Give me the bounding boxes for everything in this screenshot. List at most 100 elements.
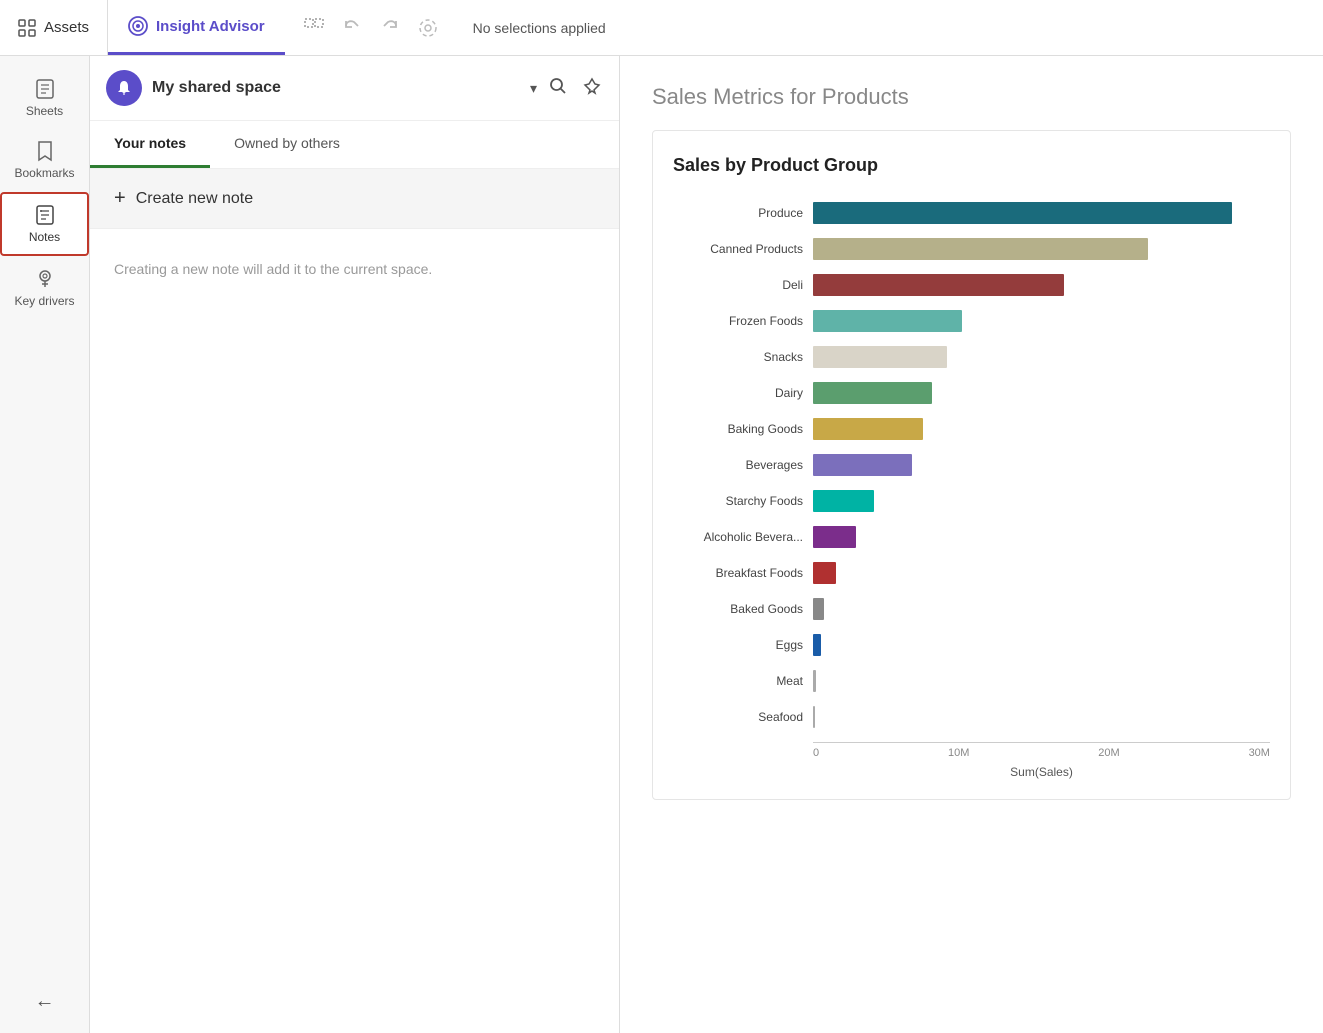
bar-row: Baking Goods — [673, 412, 1270, 446]
bar-row: Deli — [673, 268, 1270, 302]
assets-label: Assets — [44, 19, 89, 36]
bar-label: Starchy Foods — [673, 494, 813, 508]
chart-container: Sales by Product Group ProduceCanned Pro… — [652, 130, 1291, 800]
sidebar-item-sheets[interactable]: Sheets — [0, 68, 89, 128]
search-button[interactable] — [547, 75, 569, 102]
bar-label: Meat — [673, 674, 813, 688]
bar-fill — [813, 598, 824, 620]
bar-row: Alcoholic Bevera... — [673, 520, 1270, 554]
undo-icon — [342, 18, 362, 38]
bar-label: Frozen Foods — [673, 314, 813, 328]
redo-btn[interactable] — [373, 11, 407, 45]
main-content: Sheets Bookmarks Notes — [0, 56, 1323, 1033]
axis-label: Sum(Sales) — [673, 765, 1270, 779]
notes-icon — [34, 204, 56, 226]
bar-fill — [813, 274, 1064, 296]
axis-tick: 30M — [1249, 747, 1270, 759]
bar-row: Starchy Foods — [673, 484, 1270, 518]
bar-track — [813, 670, 1270, 692]
bar-row: Frozen Foods — [673, 304, 1270, 338]
bar-label: Deli — [673, 278, 813, 292]
axis-tick: 20M — [1098, 747, 1119, 759]
bell-icon — [115, 79, 133, 97]
bar-track — [813, 598, 1270, 620]
bar-track — [813, 382, 1270, 404]
bar-label: Seafood — [673, 710, 813, 724]
create-new-note-button[interactable]: + Create new note — [90, 169, 619, 229]
notes-tabs: Your notes Owned by others — [90, 121, 619, 169]
sidebar-item-bookmarks[interactable]: Bookmarks — [0, 130, 89, 190]
bar-track — [813, 526, 1270, 548]
sheets-label: Sheets — [26, 104, 63, 118]
space-name: My shared space — [152, 79, 520, 97]
sidebar-bottom: ← — [0, 982, 89, 1021]
notes-header: My shared space ▾ — [90, 56, 619, 121]
toolbar-tools — [285, 0, 457, 55]
bar-track — [813, 418, 1270, 440]
page-title: Sales Metrics for Products — [652, 84, 1291, 110]
chevron-down-icon[interactable]: ▾ — [530, 80, 537, 97]
insight-advisor-tab[interactable]: Insight Advisor — [108, 0, 285, 55]
bar-label: Dairy — [673, 386, 813, 400]
axis-area: 0 10M 20M 30M — [673, 742, 1270, 759]
bar-label: Produce — [673, 206, 813, 220]
insight-icon — [128, 16, 148, 36]
notes-empty-message: Creating a new note will add it to the c… — [90, 229, 619, 309]
selection-tool-btn[interactable] — [297, 11, 331, 45]
create-note-label: Create new note — [136, 190, 253, 208]
pin-button[interactable] — [581, 75, 603, 102]
bar-row: Breakfast Foods — [673, 556, 1270, 590]
sidebar-item-key-drivers[interactable]: Key drivers — [0, 258, 89, 318]
sheets-icon — [34, 78, 56, 100]
pin-icon — [583, 77, 601, 95]
bar-track — [813, 310, 1270, 332]
bookmarks-label: Bookmarks — [14, 166, 74, 180]
bar-label: Canned Products — [673, 242, 813, 256]
notes-panel: My shared space ▾ Your notes Owned by o — [90, 56, 620, 1033]
bar-track — [813, 346, 1270, 368]
bar-track — [813, 706, 1270, 728]
bar-chart: Produce Canned Products Deli Frozen Foods Sn… — [673, 196, 1270, 736]
bar-fill — [813, 670, 816, 692]
undo-btn[interactable] — [335, 11, 369, 45]
bar-fill — [813, 238, 1148, 260]
insight-label: Insight Advisor — [156, 18, 265, 35]
plus-icon: + — [114, 187, 126, 210]
left-sidebar: Sheets Bookmarks Notes — [0, 56, 90, 1033]
bar-track — [813, 202, 1270, 224]
bar-row: Dairy — [673, 376, 1270, 410]
axis-tick: 0 — [813, 747, 819, 759]
bar-track — [813, 454, 1270, 476]
bar-fill — [813, 562, 836, 584]
bar-fill — [813, 346, 947, 368]
bar-fill — [813, 526, 856, 548]
topbar: Assets Insight Advisor — [0, 0, 1323, 56]
redo-icon — [380, 18, 400, 38]
collapse-sidebar-button[interactable]: ← — [27, 982, 63, 1021]
notes-label: Notes — [29, 230, 60, 244]
axis-ticks: 0 10M 20M 30M — [813, 743, 1270, 759]
bar-track — [813, 274, 1270, 296]
space-icon — [106, 70, 142, 106]
bar-fill — [813, 202, 1232, 224]
tab-your-notes[interactable]: Your notes — [90, 121, 210, 168]
bookmarks-icon — [35, 140, 55, 162]
sidebar-item-notes[interactable]: Notes — [0, 192, 89, 256]
assets-tab[interactable]: Assets — [0, 0, 108, 55]
header-icons — [547, 75, 603, 102]
bar-row: Snacks — [673, 340, 1270, 374]
axis-tick: 10M — [948, 747, 969, 759]
key-drivers-label: Key drivers — [14, 294, 74, 308]
bar-label: Snacks — [673, 350, 813, 364]
bar-row: Eggs — [673, 628, 1270, 662]
tab-owned-by-others[interactable]: Owned by others — [210, 121, 364, 168]
bar-label: Alcoholic Bevera... — [673, 530, 813, 544]
no-selections-label: No selections applied — [457, 20, 622, 36]
bar-row: Seafood — [673, 700, 1270, 734]
selection-icon — [303, 17, 325, 39]
bar-label: Beverages — [673, 458, 813, 472]
bar-fill — [813, 454, 912, 476]
bar-fill — [813, 490, 874, 512]
settings-btn[interactable] — [411, 11, 445, 45]
bar-row: Canned Products — [673, 232, 1270, 266]
